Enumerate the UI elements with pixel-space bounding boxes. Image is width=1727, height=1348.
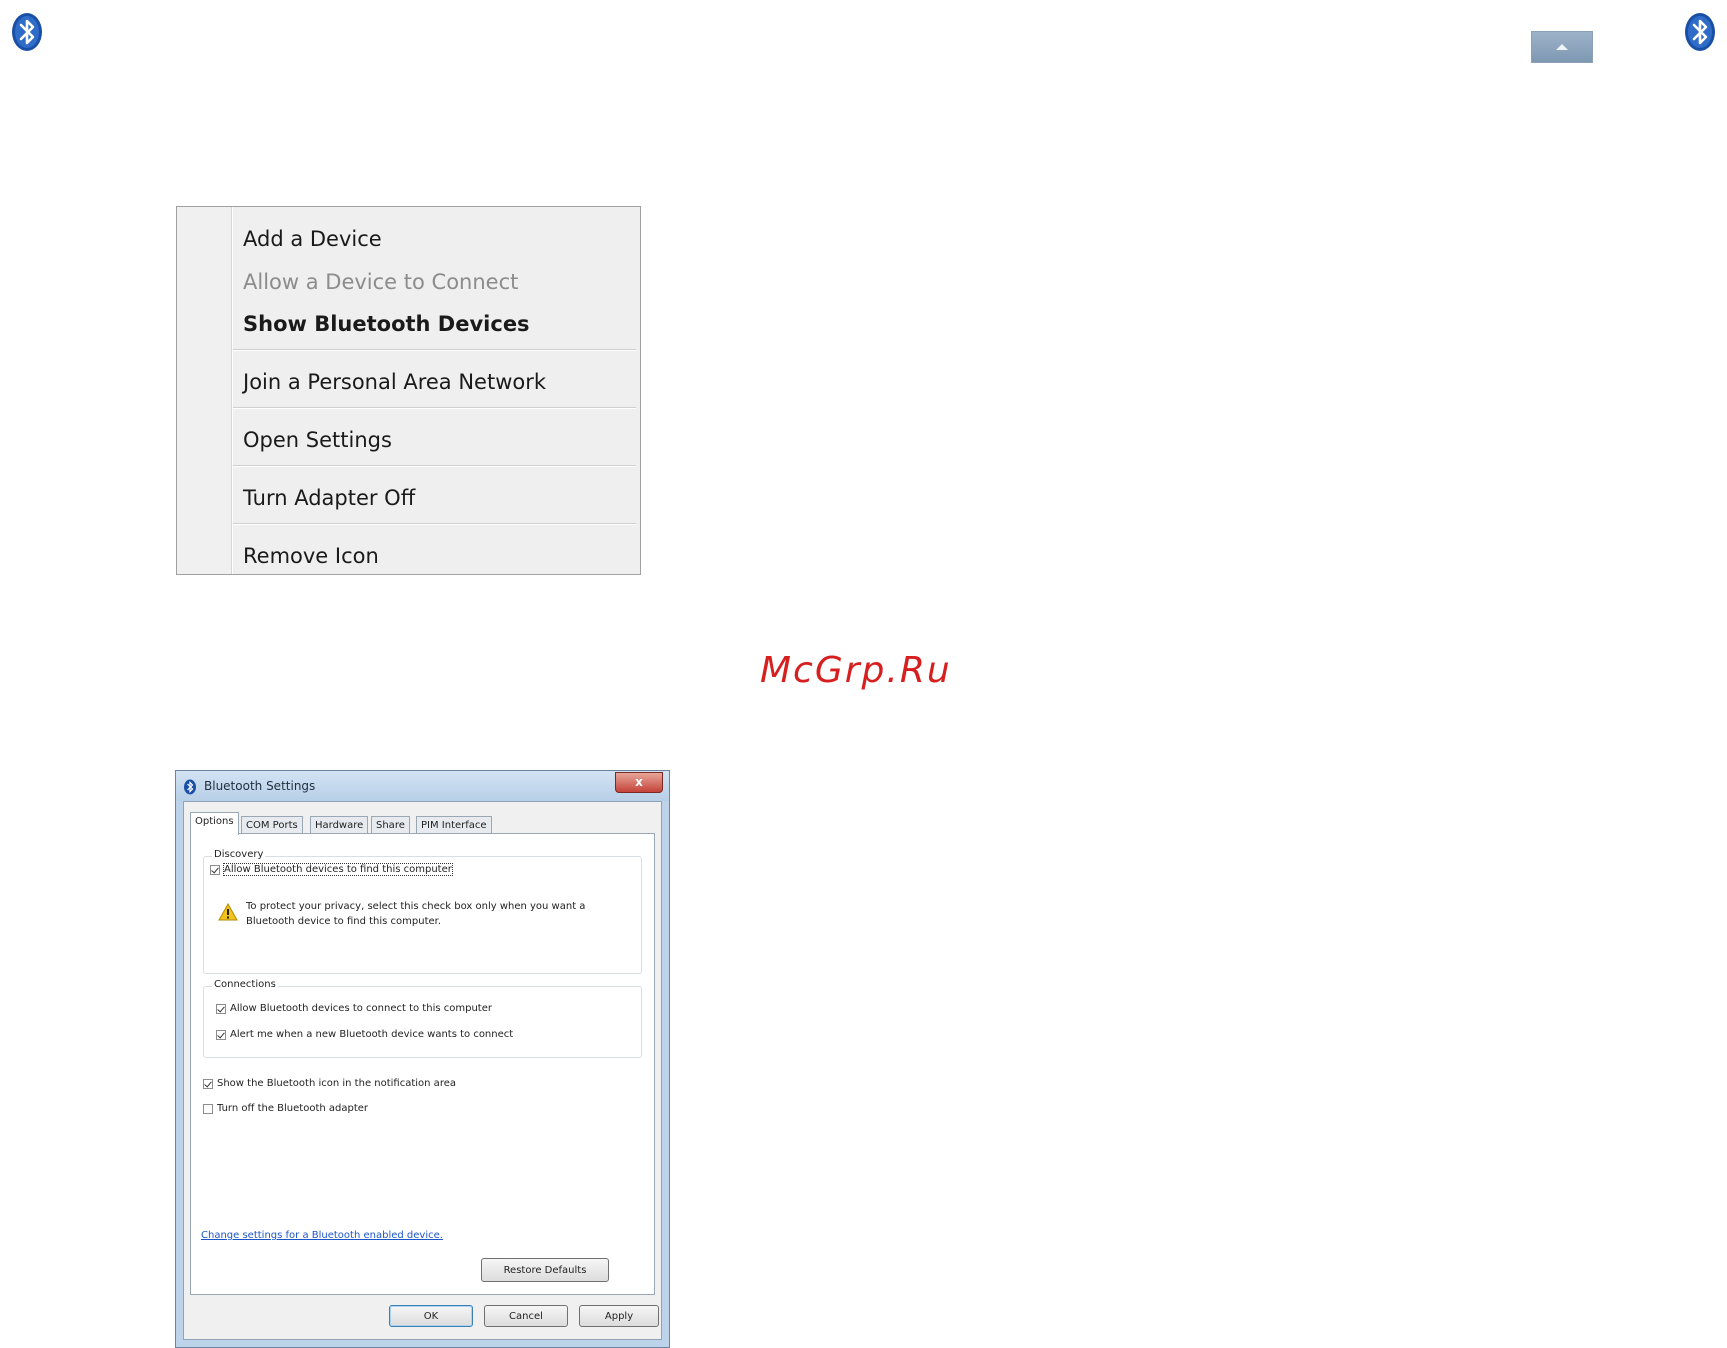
menu-item-show-bluetooth-devices[interactable]: Show Bluetooth Devices [243, 304, 530, 344]
tab-options[interactable]: Options [190, 812, 239, 835]
menu-separator [233, 523, 636, 525]
discovery-label: Discovery [212, 849, 266, 860]
allow-find-label: Allow Bluetooth devices to find this com… [223, 863, 453, 876]
alert-me-checkbox[interactable] [216, 1029, 226, 1040]
menu-separator [233, 349, 636, 351]
allow-connect-checkbox-row[interactable]: Allow Bluetooth devices to connect to th… [216, 1003, 492, 1014]
show-icon-checkbox-row[interactable]: Show the Bluetooth icon in the notificat… [203, 1078, 456, 1089]
bluetooth-icon [184, 779, 196, 795]
turn-off-checkbox-row[interactable]: Turn off the Bluetooth adapter [203, 1103, 368, 1114]
menu-item-add-device[interactable]: Add a Device [243, 219, 382, 259]
menu-separator [233, 407, 636, 409]
watermark: McGrp.Ru [760, 650, 952, 691]
show-icon-label: Show the Bluetooth icon in the notificat… [217, 1078, 456, 1089]
bluetooth-icon[interactable] [1683, 12, 1717, 52]
warning-icon [218, 903, 238, 921]
options-panel: Discovery Allow Bluetooth devices to fin… [190, 833, 655, 1295]
bluetooth-context-menu: Add a Device Allow a Device to Connect S… [176, 206, 641, 575]
tab-share[interactable]: Share [371, 816, 410, 834]
show-hidden-icons-button[interactable] [1531, 31, 1593, 63]
bluetooth-icon[interactable] [10, 12, 44, 52]
connections-group: Connections Allow Bluetooth devices to c… [203, 979, 642, 1058]
discovery-group: Discovery Allow Bluetooth devices to fin… [203, 849, 642, 974]
dialog-title: Bluetooth Settings [204, 779, 316, 793]
connections-label: Connections [212, 979, 278, 990]
tab-com-ports[interactable]: COM Ports [241, 816, 303, 834]
allow-find-checkbox-row[interactable]: Allow Bluetooth devices to find this com… [210, 863, 453, 876]
show-icon-checkbox[interactable] [203, 1078, 213, 1089]
dialog-titlebar[interactable]: Bluetooth Settings x [176, 771, 669, 801]
tab-hardware[interactable]: Hardware [310, 816, 369, 834]
menu-item-open-settings[interactable]: Open Settings [243, 420, 392, 460]
alert-me-label: Alert me when a new Bluetooth device wan… [230, 1029, 514, 1040]
close-button[interactable]: x [615, 772, 663, 793]
alert-me-checkbox-row[interactable]: Alert me when a new Bluetooth device wan… [216, 1029, 513, 1040]
apply-button[interactable]: Apply [579, 1305, 659, 1327]
cancel-button[interactable]: Cancel [484, 1305, 568, 1327]
menu-item-remove-icon[interactable]: Remove Icon [243, 536, 379, 576]
menu-item-allow-device-connect: Allow a Device to Connect [243, 270, 519, 294]
turn-off-checkbox[interactable] [203, 1103, 213, 1114]
menu-item-turn-adapter-off[interactable]: Turn Adapter Off [243, 478, 415, 518]
privacy-warning: To protect your privacy, select this che… [246, 901, 586, 927]
change-device-settings-link[interactable]: Change settings for a Bluetooth enabled … [201, 1230, 443, 1241]
ok-button[interactable]: OK [389, 1305, 473, 1327]
bluetooth-settings-dialog: Bluetooth Settings x Options COM Ports H… [175, 770, 670, 1348]
menu-separator [233, 465, 636, 467]
allow-connect-label: Allow Bluetooth devices to connect to th… [230, 1003, 492, 1014]
dialog-client-area: Options COM Ports Hardware Share PIM Int… [183, 801, 662, 1340]
tab-pim-interface[interactable]: PIM Interface [416, 816, 492, 834]
allow-connect-checkbox[interactable] [216, 1003, 226, 1014]
menu-item-join-pan[interactable]: Join a Personal Area Network [243, 362, 546, 402]
turn-off-label: Turn off the Bluetooth adapter [217, 1103, 369, 1114]
restore-defaults-button[interactable]: Restore Defaults [481, 1258, 609, 1282]
allow-find-checkbox[interactable] [210, 864, 220, 875]
chevron-up-icon [1556, 44, 1568, 50]
menu-icon-gutter [177, 207, 232, 574]
